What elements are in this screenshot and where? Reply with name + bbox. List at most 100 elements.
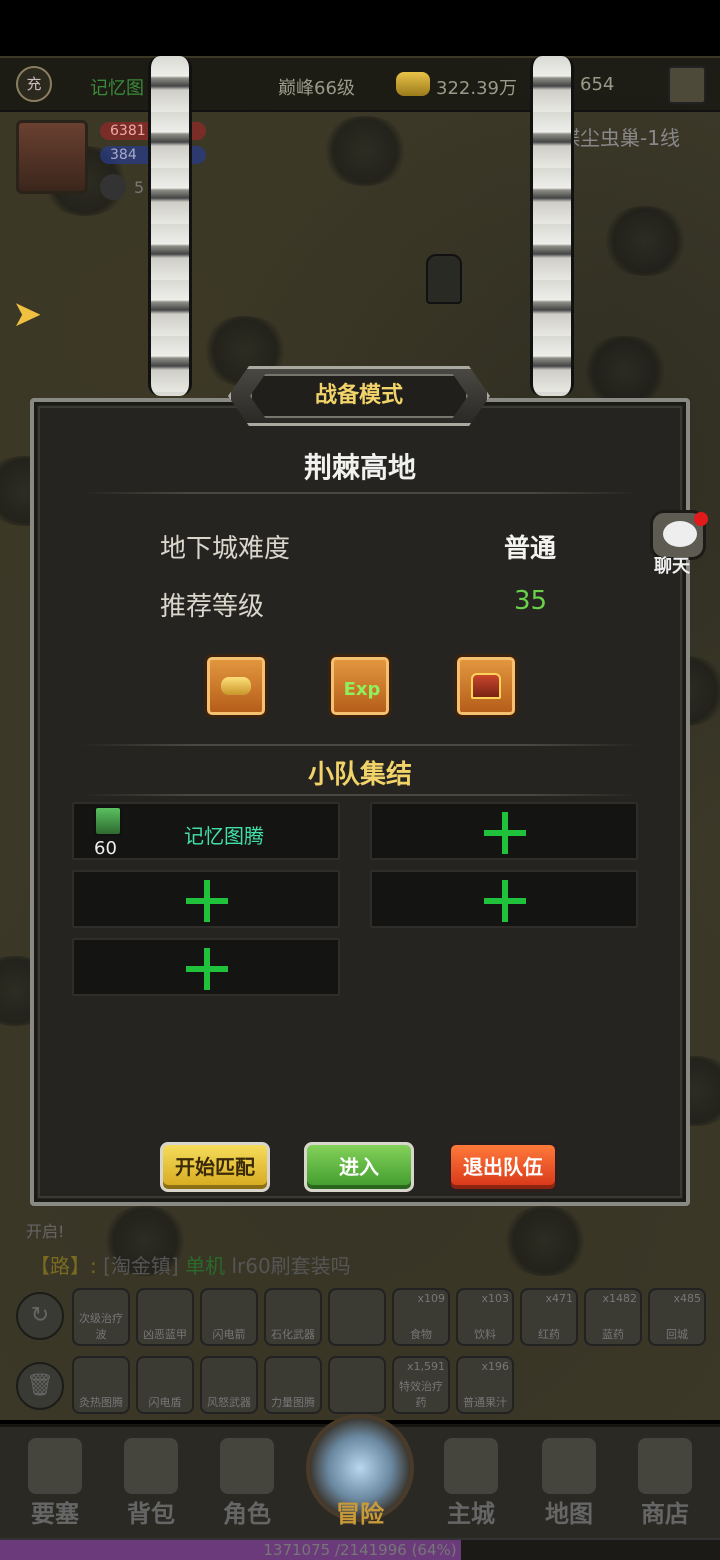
dialog-title: 战备模式 [314,383,403,408]
skill-label: 食物 [410,1328,432,1341]
zone-label: 蝶尘虫巢-1线 [560,126,680,150]
chain-right [530,56,574,396]
skill-label: 次级治疗波 [79,1312,123,1341]
start-match-button[interactable]: 开始匹配 [160,1142,270,1192]
skill-slot[interactable]: x1482 蓝药 [584,1288,642,1346]
nav-label: 主城 [447,1500,495,1528]
avatar[interactable] [16,120,88,194]
difficulty-value: 普通 [504,534,557,564]
skill-slot[interactable]: 风怒武器 [200,1356,258,1414]
recharge-badge[interactable]: 充 [16,66,52,102]
difficulty-label: 地下城难度 [160,534,291,564]
notification-dot [694,512,708,526]
nav-item[interactable]: 商店 [620,1432,710,1528]
gold-amount: 322.39万 [436,78,517,99]
chat-label: 聊天 [654,556,690,577]
plus-icon [186,880,228,922]
skill-label: 回城 [666,1328,688,1341]
nav-item[interactable]: 要塞 [10,1432,100,1528]
nav-item[interactable]: 主城 [426,1432,516,1528]
item-count: x196 [481,1360,509,1373]
cycle-icon[interactable]: ↻ [16,1292,64,1340]
nav-label: 要塞 [31,1500,79,1528]
status-bar-area [0,0,720,56]
gold-icon [221,677,251,695]
trash-icon[interactable]: 🗑 [16,1362,64,1410]
skill-label: 闪电箭 [212,1328,246,1341]
nav-label: 地图 [545,1500,593,1528]
nav-label: 背包 [127,1500,175,1528]
plus-icon [484,812,526,854]
reward-exp[interactable]: Exp [328,654,392,718]
team-slot-4[interactable] [370,870,638,928]
exp-bar: 1371075 /2141996 (64%) [0,1538,720,1560]
skill-label: 灸热图腾 [79,1396,123,1409]
skill-slot[interactable]: 闪电盾 [136,1356,194,1414]
quest-stone-icon [426,254,462,304]
item-count: x485 [673,1292,701,1305]
nav-icon [638,1438,692,1494]
log-sender: 单机 [185,1254,226,1278]
leave-team-button[interactable]: 退出队伍 [448,1142,558,1192]
enter-button[interactable]: 进入 [304,1142,414,1192]
skill-label: 力量图腾 [271,1396,315,1409]
menu-button[interactable] [668,66,706,104]
nav-icon [220,1438,274,1494]
plus-icon [484,880,526,922]
mic-icon[interactable] [100,174,126,200]
skill-slot[interactable]: x1,591 特效治疗药 [392,1356,450,1414]
nav-label: 冒险 [336,1500,384,1528]
team-slot-3[interactable] [72,870,340,928]
skill-slot[interactable]: 凶恶蓝甲 [136,1288,194,1346]
skill-label: 特效治疗药 [399,1380,443,1409]
divider [80,744,640,746]
skill-slot[interactable] [328,1356,386,1414]
skill-slot[interactable] [328,1288,386,1346]
log-message: lr60刷套装吗 [231,1254,351,1278]
log-line-1: 开启! [26,1222,65,1241]
skill-slot[interactable]: x471 红药 [520,1288,578,1346]
nav-item[interactable]: 地图 [524,1432,614,1528]
exp-icon: Exp [343,679,381,700]
skill-slot[interactable]: 石化武器 [264,1288,322,1346]
skill-slot[interactable]: 次级治疗波 [72,1288,130,1346]
skill-slot[interactable]: x109 食物 [392,1288,450,1346]
skill-label: 蓝药 [602,1328,624,1341]
team-section-title: 小队集结 [307,760,412,790]
nav-label: 商店 [641,1500,689,1528]
plus-icon [186,948,228,990]
skill-slot[interactable]: x485 回城 [648,1288,706,1346]
skill-label: 凶恶蓝甲 [143,1328,187,1341]
skill-slot[interactable]: 灸热图腾 [72,1356,130,1414]
nav-icon [444,1438,498,1494]
divider [80,492,640,494]
skill-slot[interactable]: 闪电箭 [200,1288,258,1346]
skill-slot[interactable]: x196 普通果汁 [456,1356,514,1414]
nav-item[interactable]: 冒险 [315,1432,405,1528]
chain-left [148,56,192,396]
skill-label: 红药 [538,1328,560,1341]
item-count: x1,591 [406,1360,445,1373]
team-slot-1[interactable]: 60 记忆图腾 [72,802,340,860]
log-line-2: 【路】: [淘金镇] 单机 lr60刷套装吗 [30,1250,351,1279]
skill-slot[interactable]: 力量图腾 [264,1356,322,1414]
gem-amount: 654 [580,74,615,95]
nav-label: 角色 [223,1500,271,1528]
peak-level: 巅峰66级 [278,78,355,99]
member-name: 记忆图腾 [184,824,264,848]
exp-text: 1371075 /2141996 (64%) [263,1541,457,1559]
team-slot-2[interactable] [370,802,638,860]
skill-slot[interactable]: x103 饮料 [456,1288,514,1346]
reward-chest[interactable] [454,654,518,718]
nav-item[interactable]: 背包 [106,1432,196,1528]
team-slot-5[interactable] [72,938,340,996]
member-level: 60 [94,838,117,859]
recommended-level-value: 35 [514,586,548,616]
log-tag: 【路】: [30,1254,97,1278]
chat-icon [663,521,697,547]
guild-name: 记忆图 [90,78,144,99]
reward-gold[interactable] [204,654,268,718]
expand-arrow-icon[interactable]: ➤ [12,294,42,335]
nav-item[interactable]: 角色 [202,1432,292,1528]
nav-icon [124,1438,178,1494]
